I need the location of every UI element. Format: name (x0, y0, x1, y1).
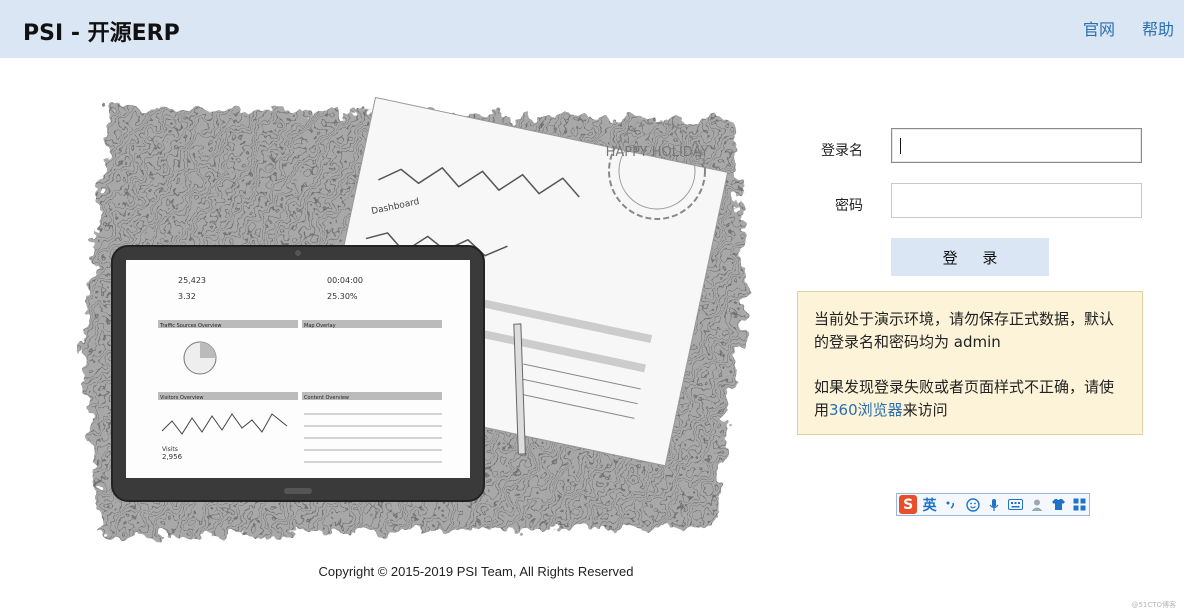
top-bar: PSI - 开源ERP 官网 帮助 (0, 0, 1184, 58)
password-input[interactable] (891, 183, 1142, 218)
official-site-link[interactable]: 官网 (1083, 16, 1115, 40)
help-link[interactable]: 帮助 (1142, 16, 1174, 40)
copyright-text: Copyright © 2015-2019 PSI Team, All Righ… (318, 564, 634, 579)
browser-link[interactable]: 360浏览器 (829, 401, 903, 419)
ime-toolbar: S 英 (896, 493, 1090, 516)
watermark: @51CTO博客 (1131, 601, 1176, 609)
stat-pageviews: 25,423 (178, 276, 206, 285)
notice-browser-text: 如果发现登录失败或者页面样式不正确，请使用360浏览器来访问 (814, 376, 1128, 422)
visits-value: 2,956 (162, 453, 183, 461)
panel-traffic-sources: Traffic Sources Overview (159, 323, 222, 329)
panel-visitors-overview: Visitors Overview (160, 395, 204, 401)
emoji-icon[interactable] (963, 495, 981, 514)
sogou-logo-icon[interactable]: S (899, 495, 918, 514)
punctuation-icon[interactable] (942, 495, 960, 514)
stat-new-visits: 25.30% (327, 292, 358, 301)
login-button[interactable]: 登 录 (891, 238, 1049, 276)
visits-label: Visits (162, 446, 178, 453)
stamp-text: HAPPY HOLIDAY (606, 145, 709, 160)
notice-box: 当前处于演示环境，请勿保存正式数据，默认的登录名和密码均为 admin 如果发现… (797, 291, 1143, 435)
password-label: 密码 (835, 198, 863, 214)
ime-language-toggle[interactable]: 英 (920, 495, 938, 514)
hero-illustration: HAPPY HOLIDAY Dashboard 25,423 3.32 00:0… (72, 96, 760, 546)
toolbox-icon[interactable] (1071, 495, 1089, 514)
panel-map-overlay: Map Overlay (304, 323, 336, 329)
microphone-icon[interactable] (985, 495, 1003, 514)
user-icon[interactable] (1028, 495, 1046, 514)
text-cursor (900, 138, 901, 154)
username-input[interactable] (891, 128, 1142, 163)
skin-icon[interactable] (1049, 495, 1067, 514)
stat-time-on-site: 00:04:00 (327, 276, 363, 285)
app-title: PSI - 开源ERP (23, 21, 180, 46)
stat-pages-per-visit: 3.32 (178, 292, 196, 301)
keyboard-icon[interactable] (1006, 495, 1024, 514)
username-label: 登录名 (821, 143, 863, 159)
panel-content-overview: Content Overview (304, 395, 349, 401)
notice-browser-suffix: 来访问 (902, 401, 948, 419)
notice-demo-text: 当前处于演示环境，请勿保存正式数据，默认的登录名和密码均为 admin (814, 310, 1115, 351)
